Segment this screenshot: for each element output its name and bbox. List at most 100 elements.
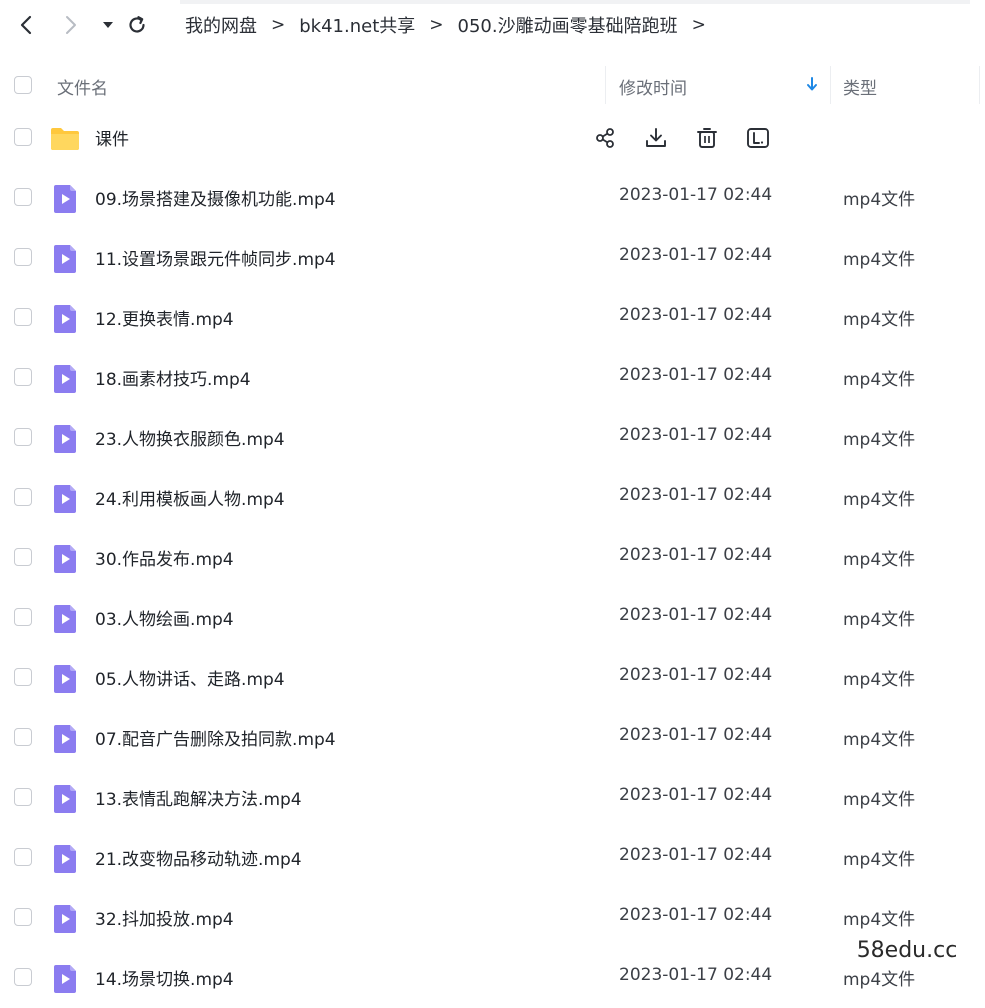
file-row[interactable]: 13.表情乱跑解决方法.mp4 2023-01-17 02:44 mp4文件 xyxy=(0,768,985,828)
video-file-icon xyxy=(54,305,76,333)
file-type: mp4文件 xyxy=(843,610,916,630)
file-modified-time: 2023-01-17 02:44 xyxy=(619,305,773,325)
file-row[interactable]: 14.场景切换.mp4 2023-01-17 02:44 mp4文件 xyxy=(0,948,985,1008)
breadcrumb-item-share[interactable]: bk41.net共享 xyxy=(299,12,415,38)
video-file-icon xyxy=(54,905,76,933)
file-row[interactable]: 23.人物换衣服颜色.mp4 2023-01-17 02:44 mp4文件 xyxy=(0,408,985,468)
row-checkbox[interactable] xyxy=(14,248,32,266)
file-type: mp4文件 xyxy=(843,910,916,930)
file-type: mp4文件 xyxy=(843,850,916,870)
video-file-icon xyxy=(54,725,76,753)
column-header-name[interactable]: 文件名 xyxy=(57,74,108,99)
file-row[interactable]: 32.抖加投放.mp4 2023-01-17 02:44 mp4文件 xyxy=(0,888,985,948)
file-modified-time: 2023-01-17 02:44 xyxy=(619,245,773,265)
row-checkbox[interactable] xyxy=(14,848,32,866)
breadcrumb-item-root[interactable]: 我的网盘 xyxy=(185,12,257,38)
chevron-left-icon xyxy=(20,15,32,35)
file-name: 13.表情乱跑解决方法.mp4 xyxy=(95,790,302,810)
rename-button[interactable] xyxy=(743,123,773,153)
file-name: 18.画素材技巧.mp4 xyxy=(95,370,251,390)
file-modified-time: 2023-01-17 02:44 xyxy=(619,965,773,985)
breadcrumb-separator: > xyxy=(271,15,286,35)
breadcrumb-item-current[interactable]: 050.沙雕动画零基础陪跑班 xyxy=(458,12,678,38)
file-modified-time: 2023-01-17 02:44 xyxy=(619,485,773,505)
file-name: 09.场景搭建及摄像机功能.mp4 xyxy=(95,190,336,210)
chevron-right-icon xyxy=(66,16,76,34)
folder-row[interactable]: 课件 xyxy=(0,108,985,168)
column-divider xyxy=(830,66,831,104)
select-all-checkbox[interactable] xyxy=(14,76,32,94)
history-dropdown-button[interactable] xyxy=(95,10,121,40)
video-file-icon xyxy=(54,245,76,273)
video-file-icon xyxy=(54,365,76,393)
row-checkbox[interactable] xyxy=(14,128,32,146)
breadcrumb-separator: > xyxy=(429,15,444,35)
file-name: 30.作品发布.mp4 xyxy=(95,550,234,570)
file-type: mp4文件 xyxy=(843,310,916,330)
refresh-icon xyxy=(129,16,145,33)
file-type: mp4文件 xyxy=(843,970,916,990)
row-checkbox[interactable] xyxy=(14,608,32,626)
forward-button[interactable] xyxy=(58,10,84,40)
caret-down-icon xyxy=(103,22,113,28)
file-row[interactable]: 24.利用模板画人物.mp4 2023-01-17 02:44 mp4文件 xyxy=(0,468,985,528)
breadcrumb-separator: > xyxy=(691,15,706,35)
row-checkbox[interactable] xyxy=(14,968,32,986)
row-checkbox[interactable] xyxy=(14,908,32,926)
row-checkbox[interactable] xyxy=(14,308,32,326)
file-row[interactable]: 30.作品发布.mp4 2023-01-17 02:44 mp4文件 xyxy=(0,528,985,588)
file-row[interactable]: 21.改变物品移动轨迹.mp4 2023-01-17 02:44 mp4文件 xyxy=(0,828,985,888)
video-file-icon xyxy=(54,185,76,213)
file-name: 21.改变物品移动轨迹.mp4 xyxy=(95,850,302,870)
file-row[interactable]: 11.设置场景跟元件帧同步.mp4 2023-01-17 02:44 mp4文件 xyxy=(0,228,985,288)
file-row[interactable]: 09.场景搭建及摄像机功能.mp4 2023-01-17 02:44 mp4文件 xyxy=(0,168,985,228)
delete-button[interactable] xyxy=(692,123,722,153)
row-checkbox[interactable] xyxy=(14,428,32,446)
file-row[interactable]: 12.更换表情.mp4 2023-01-17 02:44 mp4文件 xyxy=(0,288,985,348)
column-header-type[interactable]: 类型 xyxy=(843,74,877,99)
video-file-icon xyxy=(54,545,76,573)
file-type: mp4文件 xyxy=(843,190,916,210)
row-checkbox[interactable] xyxy=(14,668,32,686)
file-type: mp4文件 xyxy=(843,730,916,750)
file-modified-time: 2023-01-17 02:44 xyxy=(619,545,773,565)
file-modified-time: 2023-01-17 02:44 xyxy=(619,425,773,445)
column-divider xyxy=(979,66,980,104)
file-type: mp4文件 xyxy=(843,370,916,390)
video-file-icon xyxy=(54,785,76,813)
file-modified-time: 2023-01-17 02:44 xyxy=(619,665,773,685)
file-type: mp4文件 xyxy=(843,550,916,570)
download-button[interactable] xyxy=(641,123,671,153)
file-row[interactable]: 18.画素材技巧.mp4 2023-01-17 02:44 mp4文件 xyxy=(0,348,985,408)
file-type: mp4文件 xyxy=(843,490,916,510)
row-checkbox[interactable] xyxy=(14,788,32,806)
file-name: 32.抖加投放.mp4 xyxy=(95,910,234,930)
row-checkbox[interactable] xyxy=(14,188,32,206)
share-icon xyxy=(596,128,614,148)
file-modified-time: 2023-01-17 02:44 xyxy=(619,605,773,625)
file-list-header: 文件名 修改时间 类型 xyxy=(0,60,985,110)
back-button[interactable] xyxy=(13,10,39,40)
video-file-icon xyxy=(54,485,76,513)
file-row[interactable]: 05.人物讲话、走路.mp4 2023-01-17 02:44 mp4文件 xyxy=(0,648,985,708)
file-modified-time: 2023-01-17 02:44 xyxy=(619,845,773,865)
column-divider xyxy=(605,66,606,104)
row-actions xyxy=(590,122,794,154)
refresh-button[interactable] xyxy=(124,10,150,40)
file-type: mp4文件 xyxy=(843,670,916,690)
row-checkbox[interactable] xyxy=(14,488,32,506)
column-header-modified[interactable]: 修改时间 xyxy=(619,74,687,99)
file-row[interactable]: 07.配音广告删除及拍同款.mp4 2023-01-17 02:44 mp4文件 xyxy=(0,708,985,768)
sort-button[interactable] xyxy=(806,76,818,96)
file-type: mp4文件 xyxy=(843,250,916,270)
row-checkbox[interactable] xyxy=(14,548,32,566)
row-checkbox[interactable] xyxy=(14,728,32,746)
file-name: 05.人物讲话、走路.mp4 xyxy=(95,670,285,690)
file-name: 23.人物换衣服颜色.mp4 xyxy=(95,430,285,450)
video-file-icon xyxy=(54,965,76,993)
row-checkbox[interactable] xyxy=(14,368,32,386)
share-button[interactable] xyxy=(590,123,620,153)
video-file-icon xyxy=(54,665,76,693)
folder-name: 课件 xyxy=(95,130,129,150)
file-row[interactable]: 03.人物绘画.mp4 2023-01-17 02:44 mp4文件 xyxy=(0,588,985,648)
